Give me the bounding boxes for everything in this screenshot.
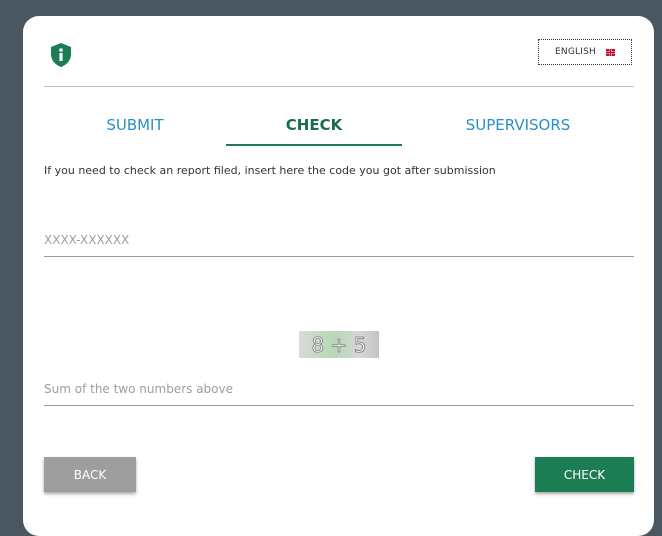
language-label: ENGLISH: [555, 47, 596, 57]
tab-submit[interactable]: SUBMIT: [44, 102, 226, 148]
check-button[interactable]: CHECK: [535, 457, 634, 492]
shield-info-icon: [51, 43, 71, 67]
tab-supervisors[interactable]: SUPERVISORS: [402, 102, 634, 148]
language-selector[interactable]: ENGLISH: [538, 39, 632, 65]
header-divider: [44, 86, 634, 87]
captcha-image: 8 + 5: [299, 331, 379, 358]
report-code-input[interactable]: [44, 223, 634, 257]
captcha-sum-input[interactable]: [44, 372, 634, 406]
instruction-text: If you need to check an report filed, in…: [44, 164, 496, 177]
captcha-text: 8 + 5: [312, 333, 367, 357]
tab-check[interactable]: CHECK: [226, 102, 402, 148]
back-button[interactable]: BACK: [44, 457, 136, 492]
check-report-card: ENGLISH SUBMIT CHECK SUPERVISORS If you …: [23, 16, 654, 536]
uk-flag-icon: [605, 48, 615, 56]
tab-bar: SUBMIT CHECK SUPERVISORS: [44, 102, 634, 148]
